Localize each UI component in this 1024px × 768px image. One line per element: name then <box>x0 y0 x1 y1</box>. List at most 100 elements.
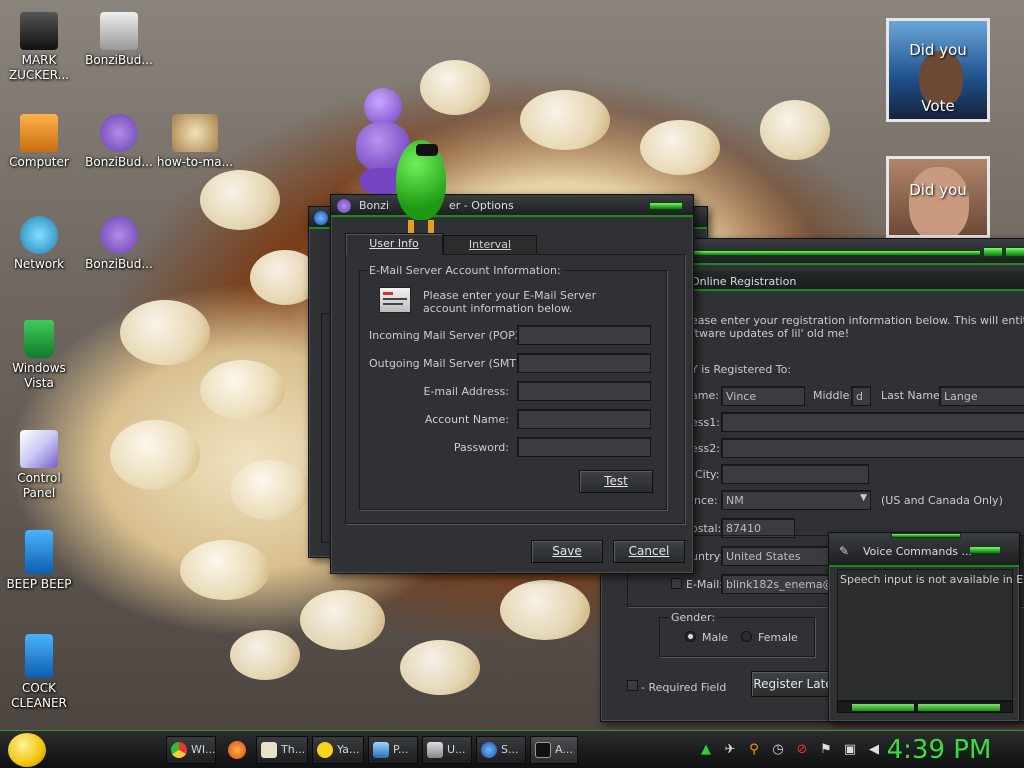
face-photo <box>909 167 969 235</box>
taskbar-button-p[interactable]: P... <box>368 736 418 764</box>
voice-commands-window[interactable]: ✎ Voice Commands ... Speech input is not… <box>828 532 1024 722</box>
desktop-icon-label: BonziBud... <box>85 257 153 271</box>
province-note: (US and Canada Only) <box>881 494 1003 507</box>
desktop-icon-bonzibuddy-2[interactable]: BonziBud... <box>80 114 158 170</box>
taskbar-button-label: Ya... <box>337 743 360 756</box>
country-label: untry: <box>691 550 724 563</box>
desktop-icon-windows-vista[interactable]: Windows Vista <box>0 320 78 391</box>
email-address-input[interactable] <box>517 381 651 401</box>
desktop-icon-cock-cleaner[interactable]: COCK CLEANER <box>0 634 78 711</box>
address1-input[interactable] <box>721 412 1024 432</box>
province-select[interactable]: NM ▼ <box>721 490 871 510</box>
taskbar-button-document[interactable]: Th... <box>256 736 308 764</box>
desktop-icon-label: Control Panel <box>17 471 61 500</box>
wallpaper-popcorn <box>640 120 720 175</box>
desktop-icon-mark-zuckerberg[interactable]: MARK ZUCKER... <box>0 12 78 83</box>
flag-icon[interactable]: ⚑ <box>818 742 834 758</box>
taskbar-clock[interactable]: 4:39 PM <box>884 733 994 767</box>
search-icon[interactable]: ⚲ <box>746 742 762 758</box>
parrot-icon[interactable]: ▲ <box>698 742 714 758</box>
email-checkbox[interactable] <box>671 578 682 589</box>
bonzi-icon <box>100 114 138 152</box>
person-icon <box>20 12 58 50</box>
voice-commands-titlebar[interactable]: ✎ Voice Commands ... <box>829 533 1019 567</box>
first-name-label: ame: <box>691 389 719 402</box>
network-icon[interactable]: ▣ <box>842 742 858 758</box>
gender-male-radio[interactable] <box>685 631 696 642</box>
taskbar-button-label: P... <box>393 743 409 756</box>
incoming-mail-input[interactable] <box>517 325 651 345</box>
tab-user-info[interactable]: User Info <box>345 233 443 255</box>
photo-widget-1[interactable]: Did you Vote <box>886 18 990 122</box>
rocket-icon[interactable]: ✈ <box>722 742 738 758</box>
smiley-start-icon[interactable] <box>8 733 46 767</box>
network-globe-icon <box>20 216 58 254</box>
desktop-icon-label: Computer <box>9 155 69 169</box>
wallpaper-popcorn <box>200 170 280 230</box>
middle-name-input[interactable]: d <box>851 386 871 406</box>
wallpaper-popcorn <box>120 300 210 365</box>
last-name-input[interactable]: Lange <box>939 386 1024 406</box>
city-label: City: <box>695 468 720 481</box>
taskbar-button-chrome[interactable]: WI... <box>166 736 216 764</box>
desktop-icon-label: Windows Vista <box>12 361 66 390</box>
gender-male-label: Male <box>702 631 729 644</box>
close-button[interactable] <box>1005 247 1024 257</box>
wallpaper-popcorn <box>400 640 480 695</box>
gender-female-radio[interactable] <box>741 631 752 642</box>
taskbar-button-yahoo[interactable]: Ya... <box>312 736 364 764</box>
save-button[interactable]: Save <box>531 540 603 563</box>
desktop-icon-bonzibuddy-3[interactable]: BonziBud... <box>80 216 158 272</box>
outgoing-mail-input[interactable] <box>517 353 651 373</box>
test-button[interactable]: Test <box>579 470 653 493</box>
tab-interval[interactable]: Interval <box>443 235 537 254</box>
taskbar-button-u[interactable]: U... <box>422 736 472 764</box>
bonzi-app-icon <box>337 199 351 213</box>
taskbar-button-s[interactable]: S... <box>476 736 526 764</box>
smiley-icon <box>317 742 333 758</box>
desktop-icon-network[interactable]: Network <box>0 216 78 272</box>
cancel-button-label: Cancel <box>628 544 670 558</box>
first-name-input[interactable]: Vince <box>721 386 805 406</box>
register-later-button[interactable]: Register Late <box>751 671 835 697</box>
slider-thumb[interactable] <box>914 703 918 712</box>
clock-icon[interactable]: ◷ <box>770 742 786 758</box>
desktop-icon-computer[interactable]: Computer <box>0 114 78 170</box>
required-field-label: - Required Field <box>641 681 727 694</box>
parrot-mascot[interactable] <box>386 140 456 240</box>
address2-input[interactable] <box>721 438 1024 458</box>
taskbar-button-label: Th... <box>281 743 306 756</box>
desktop-icon-control-panel[interactable]: Control Panel <box>0 430 78 501</box>
city-input[interactable] <box>721 464 869 484</box>
desktop-icon-how-to-make[interactable]: how-to-ma... <box>156 114 234 170</box>
close-button[interactable] <box>969 546 1001 554</box>
options-window[interactable]: Bonzi er - Options User Info Interval E-… <box>330 194 694 574</box>
desktop-icon-bonzibuddy-1[interactable]: BonziBud... <box>80 12 158 68</box>
save-button-label: Save <box>552 544 582 558</box>
email-address-label: E-mail Address: <box>423 385 510 398</box>
photo-widget-2[interactable]: Did you <box>886 156 990 238</box>
desktop-icon-label: BEEP BEEP <box>6 577 72 591</box>
cancel-button[interactable]: Cancel <box>613 540 685 563</box>
minimize-button[interactable] <box>983 247 1003 257</box>
middle-name-label: Middle: <box>813 389 854 402</box>
registration-title: Online Registration <box>691 275 797 288</box>
gamepad-icon <box>427 742 443 758</box>
block-icon[interactable]: ⊘ <box>794 742 810 758</box>
country-select[interactable]: United States <box>721 546 829 566</box>
email-input[interactable]: blink182s_enema@ya <box>721 574 831 594</box>
voice-level-slider[interactable] <box>837 701 1013 713</box>
taskbar-button-console[interactable]: A... <box>530 736 578 764</box>
password-input[interactable] <box>517 437 651 457</box>
incoming-mail-label: Incoming Mail Server (POP3): <box>369 329 530 342</box>
speaker-icon[interactable]: ◀ <box>866 742 882 758</box>
gender-label: Gender: <box>669 611 718 624</box>
province-value: NM <box>726 494 744 507</box>
firefox-icon[interactable] <box>228 741 246 759</box>
close-button[interactable] <box>649 202 683 210</box>
account-name-input[interactable] <box>517 409 651 429</box>
desktop-icon-beep-beep[interactable]: BEEP BEEP <box>0 530 78 592</box>
wallpaper-popcorn <box>230 460 310 520</box>
wallpaper-popcorn <box>500 580 590 640</box>
computer-icon <box>20 114 58 152</box>
